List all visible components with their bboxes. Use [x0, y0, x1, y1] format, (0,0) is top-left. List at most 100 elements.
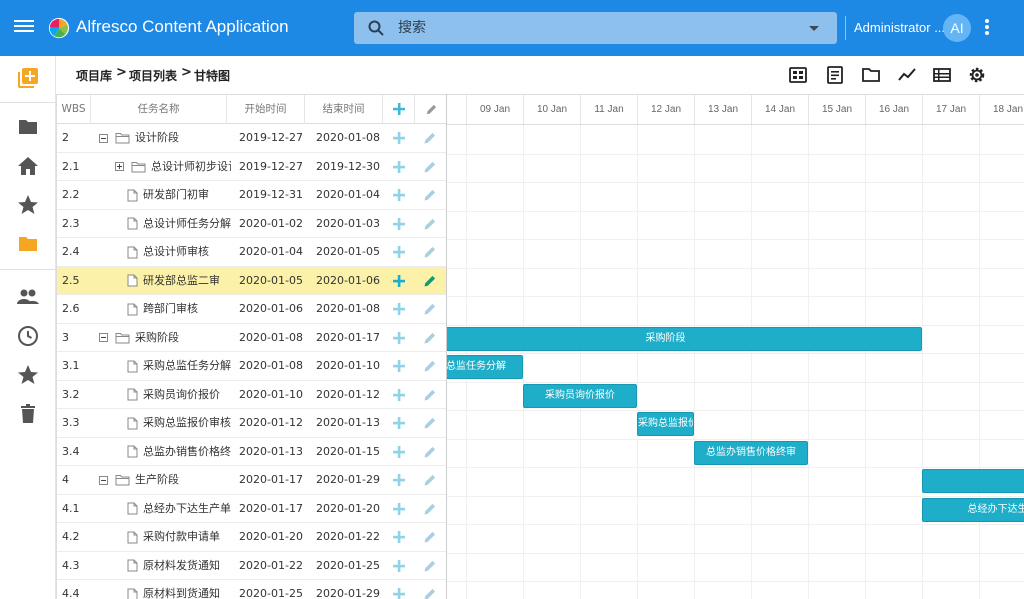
gantt-task-bar[interactable]: 采购员询价报价 — [523, 383, 637, 408]
table-row[interactable]: 2.6 跨部门审核 2020-01-06 2020-01-08 — [57, 295, 446, 324]
gantt-task-bar[interactable]: 总经办下达生产单 — [922, 497, 1024, 522]
edit-task-icon[interactable] — [423, 274, 437, 288]
gantt-task-bar[interactable]: 总监办销售价格终审 — [694, 440, 808, 465]
favorite-icon[interactable] — [16, 363, 40, 387]
add-subtask-icon[interactable] — [391, 159, 407, 175]
table-row[interactable]: 4.3 原材料发货通知 2020-01-22 2020-01-25 — [57, 552, 446, 580]
add-icon[interactable] — [392, 102, 406, 116]
menu-icon[interactable] — [14, 17, 36, 39]
search-input[interactable] — [398, 16, 778, 40]
edit-task-icon[interactable] — [423, 502, 437, 516]
user-name[interactable]: Administrator ... — [854, 20, 945, 35]
edit-task-icon[interactable] — [423, 559, 437, 573]
edit-task-icon[interactable] — [423, 245, 437, 259]
edit-task-icon[interactable] — [423, 473, 437, 487]
edit-task-icon[interactable] — [423, 131, 437, 145]
add-subtask-icon[interactable] — [391, 501, 407, 517]
breadcrumb-item-projects[interactable]: 项目列表 — [129, 67, 177, 84]
edit-task-icon[interactable] — [423, 388, 437, 402]
timeline-day: 17 Jan — [922, 95, 979, 124]
document-icon[interactable] — [825, 65, 845, 85]
table-row[interactable]: 3.2 采购员询价报价 2020-01-10 2020-01-12 — [57, 381, 446, 409]
edit-task-icon[interactable] — [423, 160, 437, 174]
trend-chart-icon[interactable] — [897, 65, 917, 85]
table-row[interactable]: 2.1 总设计师初步设计 2019-12-27 2019-12-30 — [57, 153, 446, 181]
add-subtask-icon[interactable] — [391, 330, 407, 346]
add-subtask-icon[interactable] — [391, 472, 407, 488]
table-row[interactable]: 2.4 总设计师审核 2020-01-04 2020-01-05 — [57, 238, 446, 267]
create-icon[interactable] — [16, 66, 40, 90]
header-add[interactable] — [383, 95, 415, 124]
add-subtask-icon[interactable] — [391, 130, 407, 146]
timeline-day: 09 Jan — [466, 95, 523, 124]
expand-toggle-icon[interactable] — [115, 162, 124, 171]
table-row[interactable]: 4.1 总经办下达生产单 2020-01-17 2020-01-20 — [57, 495, 446, 523]
add-subtask-icon[interactable] — [391, 415, 407, 431]
edit-task-icon[interactable] — [423, 416, 437, 430]
table-row[interactable]: 2.5 研发部总监二审 2020-01-05 2020-01-06 — [57, 266, 446, 295]
table-row[interactable]: 3.1 采购总监任务分解 2020-01-08 2020-01-10 — [57, 352, 446, 381]
header-task-name[interactable]: 任务名称 — [91, 95, 227, 124]
add-subtask-icon[interactable] — [391, 187, 407, 203]
collapse-toggle-icon[interactable] — [99, 475, 108, 485]
trash-icon[interactable] — [16, 402, 40, 426]
gantt-task-bar[interactable]: 采购阶段 — [447, 326, 922, 351]
more-options-icon[interactable] — [983, 19, 991, 37]
table-row[interactable]: 3.3 采购总监报价审核 2020-01-12 2020-01-13 — [57, 409, 446, 438]
folder-icon[interactable] — [16, 115, 40, 139]
table-row[interactable]: 2.3 总设计师任务分解 2020-01-02 2020-01-03 — [57, 210, 446, 238]
table-row[interactable]: 4.2 采购付款申请单 2020-01-20 2020-01-22 — [57, 523, 446, 552]
gantt-task-bar[interactable]: 采购总监报价审核 — [637, 412, 694, 436]
add-subtask-icon[interactable] — [391, 586, 407, 599]
edit-task-icon[interactable] — [423, 359, 437, 373]
timeline-day: 10 Jan — [523, 95, 580, 124]
add-subtask-icon[interactable] — [391, 444, 407, 460]
edit-task-icon[interactable] — [423, 331, 437, 345]
add-subtask-icon[interactable] — [391, 244, 407, 260]
people-icon[interactable] — [16, 285, 40, 309]
table-row[interactable]: 3.4 总监办销售价格终审 2020-01-13 2020-01-15 — [57, 438, 446, 466]
edit-task-icon[interactable] — [423, 530, 437, 544]
pencil-icon — [426, 104, 437, 114]
content-toolbar: 项目库 > 项目列表 > 甘特图 — [56, 56, 1024, 94]
gantt-task-bar[interactable]: 采购总监任务分解 — [447, 355, 523, 379]
start-date-cell: 2019-12-27 — [239, 159, 303, 173]
user-avatar[interactable]: AI — [943, 14, 971, 42]
edit-task-icon[interactable] — [423, 217, 437, 231]
start-date-cell: 2020-01-12 — [239, 416, 303, 429]
edit-task-icon[interactable] — [423, 302, 437, 316]
search-box[interactable] — [354, 12, 837, 44]
folder-outline-icon[interactable] — [861, 65, 881, 85]
collapse-toggle-icon[interactable] — [99, 133, 108, 143]
star-icon[interactable] — [16, 193, 40, 217]
add-subtask-icon[interactable] — [391, 387, 407, 403]
add-subtask-icon[interactable] — [391, 301, 407, 317]
table-row[interactable]: 2 设计阶段 2019-12-27 2020-01-08 — [57, 124, 446, 153]
edit-task-icon[interactable] — [423, 188, 437, 202]
view-details-icon[interactable] — [788, 65, 808, 85]
table-row[interactable]: 4.4 原材料到货通知 2020-01-25 2020-01-29 — [57, 580, 446, 599]
add-subtask-icon[interactable] — [391, 358, 407, 374]
folder-open-icon[interactable] — [16, 232, 40, 256]
header-start-date[interactable]: 开始时间 — [227, 95, 305, 124]
list-icon[interactable] — [932, 65, 952, 85]
clock-icon[interactable] — [16, 324, 40, 348]
gantt-task-bar[interactable] — [922, 469, 1024, 493]
edit-task-icon[interactable] — [423, 445, 437, 459]
table-row[interactable]: 2.2 研发部门初审 2019-12-31 2020-01-04 — [57, 181, 446, 210]
add-subtask-icon[interactable] — [391, 216, 407, 232]
table-row[interactable]: 3 采购阶段 2020-01-08 2020-01-17 — [57, 324, 446, 352]
home-icon[interactable] — [16, 154, 40, 178]
add-subtask-icon[interactable] — [391, 273, 407, 289]
table-row[interactable]: 4 生产阶段 2020-01-17 2020-01-29 — [57, 466, 446, 495]
edit-task-icon[interactable] — [423, 587, 437, 599]
settings-icon[interactable] — [967, 65, 987, 85]
collapse-toggle-icon[interactable] — [99, 333, 108, 342]
add-subtask-icon[interactable] — [391, 558, 407, 574]
add-subtask-icon[interactable] — [391, 529, 407, 545]
breadcrumb-item-library[interactable]: 项目库 — [76, 67, 112, 84]
search-dropdown-icon[interactable] — [809, 26, 819, 31]
header-wbs[interactable]: WBS — [57, 95, 91, 124]
task-name: 原材料到货通知 — [143, 587, 220, 599]
header-end-date[interactable]: 结束时间 — [305, 95, 383, 124]
